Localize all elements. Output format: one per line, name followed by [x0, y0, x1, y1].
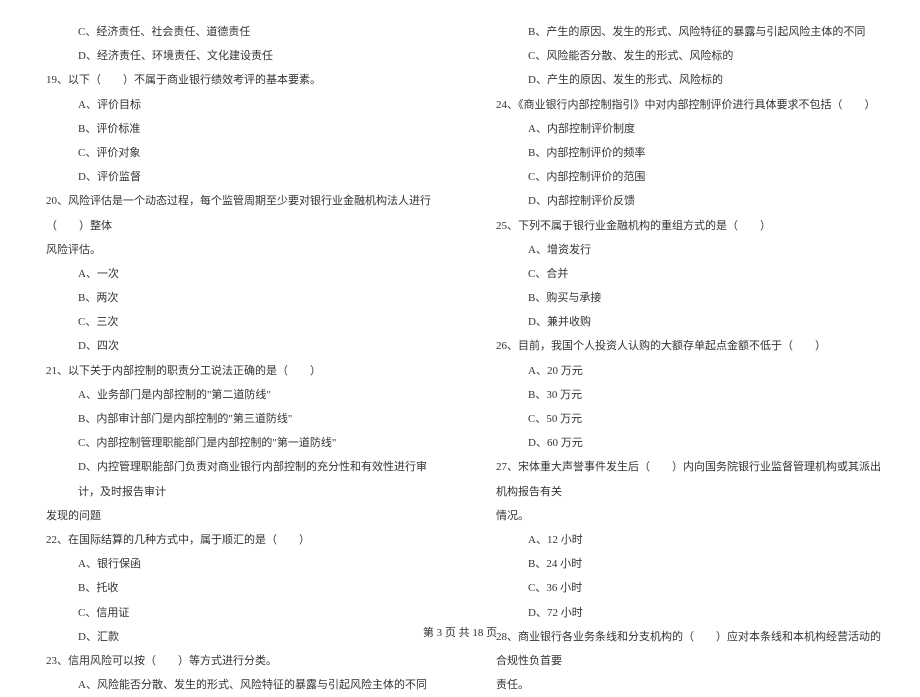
q20-option-a: A、一次 [30, 262, 440, 286]
q21-option-d-cont: 发现的问题 [30, 504, 440, 528]
page-footer: 第 3 页 共 18 页 [0, 624, 920, 640]
q23-option-d: D、产生的原因、发生的形式、风险标的 [480, 68, 890, 92]
q21-option-d: D、内控管理职能部门负责对商业银行内部控制的充分性和有效性进行审计，及时报告审计 [30, 455, 440, 503]
q22-stem: 22、在国际结算的几种方式中，属于顺汇的是（ ） [30, 528, 440, 552]
q25-option-a: A、增资发行 [480, 238, 890, 262]
q20-stem-cont: 风险评估。 [30, 238, 440, 262]
q18-option-c: C、经济责任、社会责任、道德责任 [30, 20, 440, 44]
q27-option-d: D、72 小时 [480, 601, 890, 625]
q20-option-b: B、两次 [30, 286, 440, 310]
page-content: C、经济责任、社会责任、道德责任 D、经济责任、环境责任、文化建设责任 19、以… [0, 0, 920, 697]
q25-option-b: B、购买与承接 [480, 286, 890, 310]
q25-option-d: D、兼并收购 [480, 310, 890, 334]
q24-option-a: A、内部控制评价制度 [480, 117, 890, 141]
q26-option-c: C、50 万元 [480, 407, 890, 431]
q24-option-b: B、内部控制评价的频率 [480, 141, 890, 165]
q21-option-a: A、业务部门是内部控制的"第二道防线" [30, 383, 440, 407]
q26-stem: 26、目前，我国个人投资人认购的大额存单起点金额不低于（ ） [480, 334, 890, 358]
q24-option-d: D、内部控制评价反馈 [480, 189, 890, 213]
q27-option-a: A、12 小时 [480, 528, 890, 552]
q21-option-b: B、内部审计部门是内部控制的"第三道防线" [30, 407, 440, 431]
q21-option-c: C、内部控制管理职能部门是内部控制的"第一道防线" [30, 431, 440, 455]
q25-option-c: C、合并 [480, 262, 890, 286]
q22-option-b: B、托收 [30, 576, 440, 600]
q23-option-a: A、风险能否分散、发生的形式、风险特征的暴露与引起风险主体的不同 [30, 673, 440, 697]
q18-option-d: D、经济责任、环境责任、文化建设责任 [30, 44, 440, 68]
q27-stem: 27、宋体重大声誉事件发生后（ ）内向国务院银行业监督管理机构或其派出机构报告有… [480, 455, 890, 503]
q22-option-c: C、信用证 [30, 601, 440, 625]
q23-option-c: C、风险能否分散、发生的形式、风险标的 [480, 44, 890, 68]
q23-stem: 23、信用风险可以按（ ）等方式进行分类。 [30, 649, 440, 673]
q24-option-c: C、内部控制评价的范围 [480, 165, 890, 189]
q23-option-b: B、产生的原因、发生的形式、风险特征的暴露与引起风险主体的不同 [480, 20, 890, 44]
q25-stem: 25、下列不属于银行业金融机构的重组方式的是（ ） [480, 214, 890, 238]
q26-option-b: B、30 万元 [480, 383, 890, 407]
q20-option-c: C、三次 [30, 310, 440, 334]
q20-stem: 20、风险评估是一个动态过程，每个监管周期至少要对银行业金融机构法人进行（ ）整… [30, 189, 440, 237]
q26-option-d: D、60 万元 [480, 431, 890, 455]
q26-option-a: A、20 万元 [480, 359, 890, 383]
q19-option-a: A、评价目标 [30, 93, 440, 117]
q19-stem: 19、以下（ ）不属于商业银行绩效考评的基本要素。 [30, 68, 440, 92]
q22-option-a: A、银行保函 [30, 552, 440, 576]
left-column: C、经济责任、社会责任、道德责任 D、经济责任、环境责任、文化建设责任 19、以… [30, 20, 440, 697]
q19-option-b: B、评价标准 [30, 117, 440, 141]
q27-option-b: B、24 小时 [480, 552, 890, 576]
q28-stem-cont: 责任。 [480, 673, 890, 697]
right-column: B、产生的原因、发生的形式、风险特征的暴露与引起风险主体的不同 C、风险能否分散… [480, 20, 890, 697]
q24-stem: 24、《商业银行内部控制指引》中对内部控制评价进行具体要求不包括（ ） [480, 93, 890, 117]
q27-stem-cont: 情况。 [480, 504, 890, 528]
q19-option-c: C、评价对象 [30, 141, 440, 165]
q21-stem: 21、以下关于内部控制的职责分工说法正确的是（ ） [30, 359, 440, 383]
q20-option-d: D、四次 [30, 334, 440, 358]
q27-option-c: C、36 小时 [480, 576, 890, 600]
q19-option-d: D、评价监督 [30, 165, 440, 189]
